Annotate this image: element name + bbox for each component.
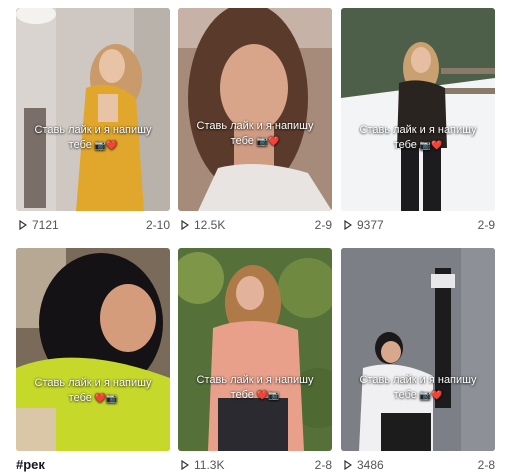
video-meta: #рек xyxy=(16,457,170,473)
post-date: 2-8 xyxy=(477,458,495,472)
video-meta: 11.3K 2-8 xyxy=(178,457,332,473)
video-thumbnail[interactable]: Ставь лайк и я напишу тебе 📷❤️ xyxy=(178,8,332,211)
caption-line-1: Ставь лайк и я напишу xyxy=(196,120,314,132)
view-count-value: 7121 xyxy=(32,218,59,232)
play-outline-icon xyxy=(181,460,189,470)
video-thumbnail[interactable]: Ставь лайк и я напишу тебе 📷❤️ xyxy=(341,248,495,451)
hashtag[interactable]: #рек xyxy=(16,457,45,473)
video-meta: 7121 2-10 xyxy=(16,217,170,233)
caption-line-2: тебе xyxy=(393,389,417,401)
play-outline-icon xyxy=(19,220,27,230)
caption-line-2: тебе xyxy=(393,139,417,151)
view-count: 11.3K xyxy=(181,457,224,473)
view-count: 9377 xyxy=(344,217,384,233)
caption-line-1: Ставь лайк и я напишу xyxy=(196,374,314,386)
emoji-sticker: 📷❤️ xyxy=(94,140,118,150)
caption-line-2: тебе xyxy=(68,139,92,151)
post-date: 2-10 xyxy=(145,218,170,232)
video-caption: Ставь лайк и я напишу тебе 📷❤️ xyxy=(182,119,328,149)
thumbnail-image xyxy=(178,248,332,451)
video-thumbnail[interactable]: Ставь лайк и я напишу тебе ❤️📷 xyxy=(16,248,170,451)
thumbnail-image xyxy=(178,8,332,211)
caption-line-1: Ставь лайк и я напишу xyxy=(359,124,477,136)
view-count: 7121 xyxy=(19,217,59,233)
video-caption: Ставь лайк и я напишу тебе 📷❤️ xyxy=(345,373,491,403)
video-meta: 12.5K 2-9 xyxy=(178,217,332,233)
view-count: 12.5K xyxy=(181,217,225,233)
view-count-value: 11.3K xyxy=(194,458,225,472)
view-count-value: 3486 xyxy=(357,458,384,472)
play-outline-icon xyxy=(344,220,352,230)
caption-line-1: Ставь лайк и я напишу xyxy=(34,124,152,136)
video-caption: Ставь лайк и я напишу тебе ❤️📷 xyxy=(20,376,166,406)
view-count-value: 9377 xyxy=(357,218,384,232)
view-count: 3486 xyxy=(344,457,384,473)
emoji-sticker: 📷❤️ xyxy=(419,390,443,400)
thumbnail-image xyxy=(341,248,495,451)
video-thumbnail[interactable]: Ставь лайк и я напишу тебе 📷❤️ xyxy=(341,8,495,211)
post-date: 2-8 xyxy=(314,458,332,472)
emoji-sticker: 📷❤️ xyxy=(419,140,443,150)
emoji-sticker: ❤️📷 xyxy=(256,390,280,400)
view-count-value: 12.5K xyxy=(194,218,226,232)
emoji-sticker: 📷❤️ xyxy=(256,136,280,146)
thumbnail-image xyxy=(16,248,170,451)
emoji-sticker: ❤️📷 xyxy=(94,393,118,403)
caption-line-1: Ставь лайк и я напишу xyxy=(359,374,477,386)
post-date: 2-9 xyxy=(477,218,495,232)
video-grid: Ставь лайк и я напишу тебе 📷❤️ 7121 2-10 xyxy=(0,0,512,474)
caption-line-2: тебе xyxy=(68,392,92,404)
caption-line-2: тебе xyxy=(230,389,254,401)
play-outline-icon xyxy=(344,460,352,470)
video-caption: Ставь лайк и я напишу тебе ❤️📷 xyxy=(182,373,328,403)
play-outline-icon xyxy=(181,220,189,230)
thumbnail-image xyxy=(341,8,495,211)
thumbnail-image xyxy=(16,8,170,211)
caption-line-2: тебе xyxy=(230,135,254,147)
video-meta: 3486 2-8 xyxy=(341,457,495,473)
video-meta: 9377 2-9 xyxy=(341,217,495,233)
caption-line-1: Ставь лайк и я напишу xyxy=(34,377,152,389)
post-date: 2-9 xyxy=(314,218,332,232)
video-thumbnail[interactable]: Ставь лайк и я напишу тебе 📷❤️ xyxy=(16,8,170,211)
video-caption: Ставь лайк и я напишу тебе 📷❤️ xyxy=(345,123,491,153)
video-thumbnail[interactable]: Ставь лайк и я напишу тебе ❤️📷 xyxy=(178,248,332,451)
video-caption: Ставь лайк и я напишу тебе 📷❤️ xyxy=(20,123,166,153)
